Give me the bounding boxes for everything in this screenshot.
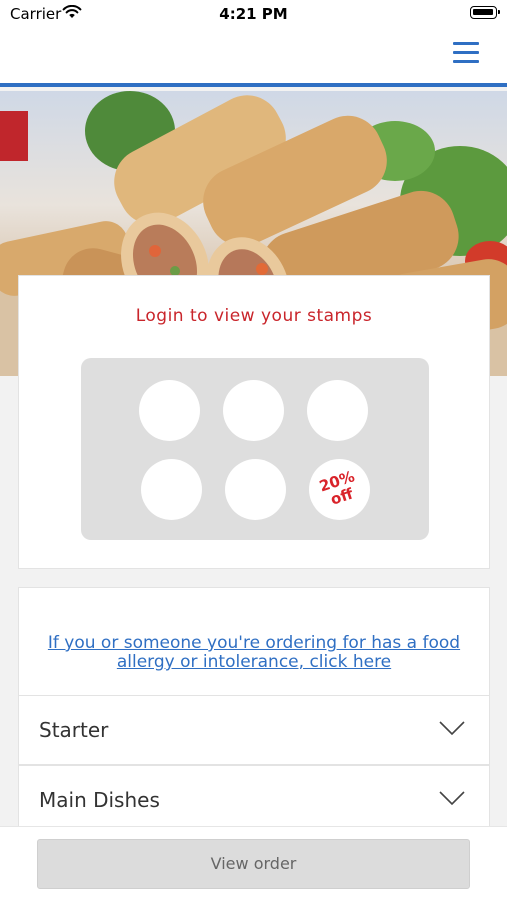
stamp-slot <box>139 380 200 441</box>
view-order-button[interactable]: View order <box>37 839 470 889</box>
allergy-info-link[interactable]: If you or someone you're ordering for ha… <box>39 634 469 672</box>
stamp-login-prompt[interactable]: Login to view your stamps <box>19 306 489 326</box>
stamp-grid: 20% off <box>81 358 429 540</box>
stamp-card: Login to view your stamps 20% off <box>18 275 490 569</box>
chevron-down-icon <box>439 721 465 736</box>
stamp-slot <box>225 459 286 520</box>
footer-bar: View order <box>0 826 507 900</box>
category-label: Starter <box>39 718 109 742</box>
chevron-down-icon <box>439 791 465 806</box>
stamp-reward-slot: 20% off <box>309 459 370 520</box>
battery-icon <box>470 6 500 19</box>
stamp-slot <box>307 380 368 441</box>
stamp-slot <box>223 380 284 441</box>
reward-badge: 20% off <box>301 451 378 528</box>
stamp-slot <box>141 459 202 520</box>
category-main-dishes[interactable]: Main Dishes <box>18 765 490 835</box>
allergy-notice-card: If you or someone you're ordering for ha… <box>18 587 490 695</box>
category-starter[interactable]: Starter <box>18 695 490 765</box>
category-label: Main Dishes <box>39 788 160 812</box>
hamburger-menu-icon[interactable] <box>453 40 483 66</box>
status-bar: Carrier 4:21 PM <box>0 0 507 30</box>
status-time: 4:21 PM <box>219 5 288 23</box>
top-nav-bar <box>0 30 507 87</box>
